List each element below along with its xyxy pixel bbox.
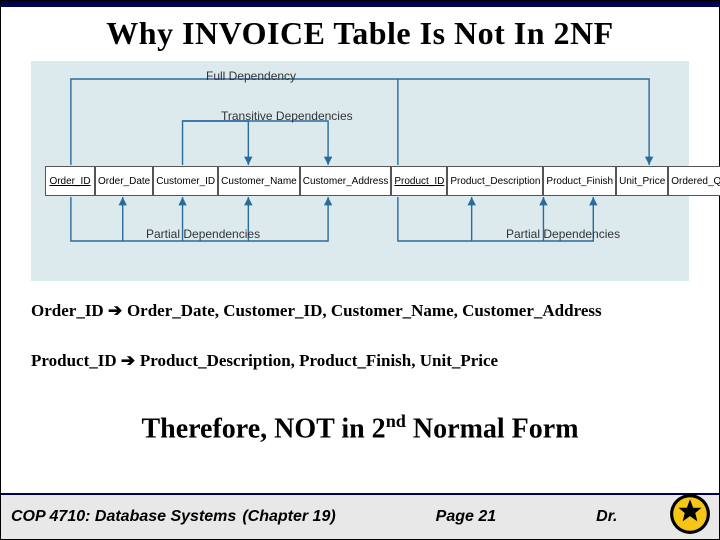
footer-course: COP 4710: Database Systems [11, 508, 236, 526]
attribute-cell: Unit_Price [616, 166, 668, 196]
dep1-right: Order_Date, Customer_ID, Customer_Name, … [127, 301, 602, 320]
arrow-icon: ➔ [121, 351, 140, 370]
dependency-line-1: Order_ID ➔ Order_Date, Customer_ID, Cust… [31, 301, 689, 321]
dependency-line-2: Product_ID ➔ Product_Description, Produc… [31, 351, 689, 371]
partial-dependency-label-left: Partial Dependencies [146, 227, 260, 241]
dep2-right: Product_Description, Product_Finish, Uni… [140, 351, 498, 370]
attribute-cell: Customer_Name [218, 166, 300, 196]
slide-title: Why INVOICE Table Is Not In 2NF [1, 15, 719, 52]
attribute-cell: Order_Date [95, 166, 153, 196]
conclusion-post: Normal Form [406, 413, 579, 444]
attribute-row: Order_IDOrder_DateCustomer_IDCustomer_Na… [45, 166, 675, 196]
dep2-left: Product_ID [31, 351, 117, 370]
attribute-cell: Order_ID [45, 166, 95, 196]
dep1-left: Order_ID [31, 301, 104, 320]
arrow-icon: ➔ [108, 301, 127, 320]
attribute-cell: Product_ID [391, 166, 447, 196]
attribute-cell: Product_Description [447, 166, 543, 196]
attribute-cell: Ordered_Quantity [668, 166, 720, 196]
footer-author: Dr. [596, 508, 617, 526]
attribute-cell: Product_Finish [543, 166, 616, 196]
ucf-logo-icon [669, 493, 711, 535]
conclusion-text: Therefore, NOT in 2nd Normal Form [1, 411, 719, 445]
slide: Why INVOICE Table Is Not In 2NF [0, 0, 720, 540]
footer-chapter: (Chapter 19) [242, 508, 335, 526]
slide-footer: COP 4710: Database Systems (Chapter 19) … [1, 493, 719, 539]
conclusion-pre: Therefore, NOT in 2 [141, 413, 385, 444]
transitive-dependency-label: Transitive Dependencies [221, 109, 353, 123]
partial-dependency-label-right: Partial Dependencies [506, 227, 620, 241]
attribute-cell: Customer_ID [153, 166, 218, 196]
full-dependency-label: Full Dependency [206, 69, 296, 83]
attribute-cell: Customer_Address [300, 166, 392, 196]
conclusion-sup: nd [386, 411, 406, 431]
top-accent-bar [1, 1, 719, 7]
footer-page: Page 21 [436, 508, 496, 526]
